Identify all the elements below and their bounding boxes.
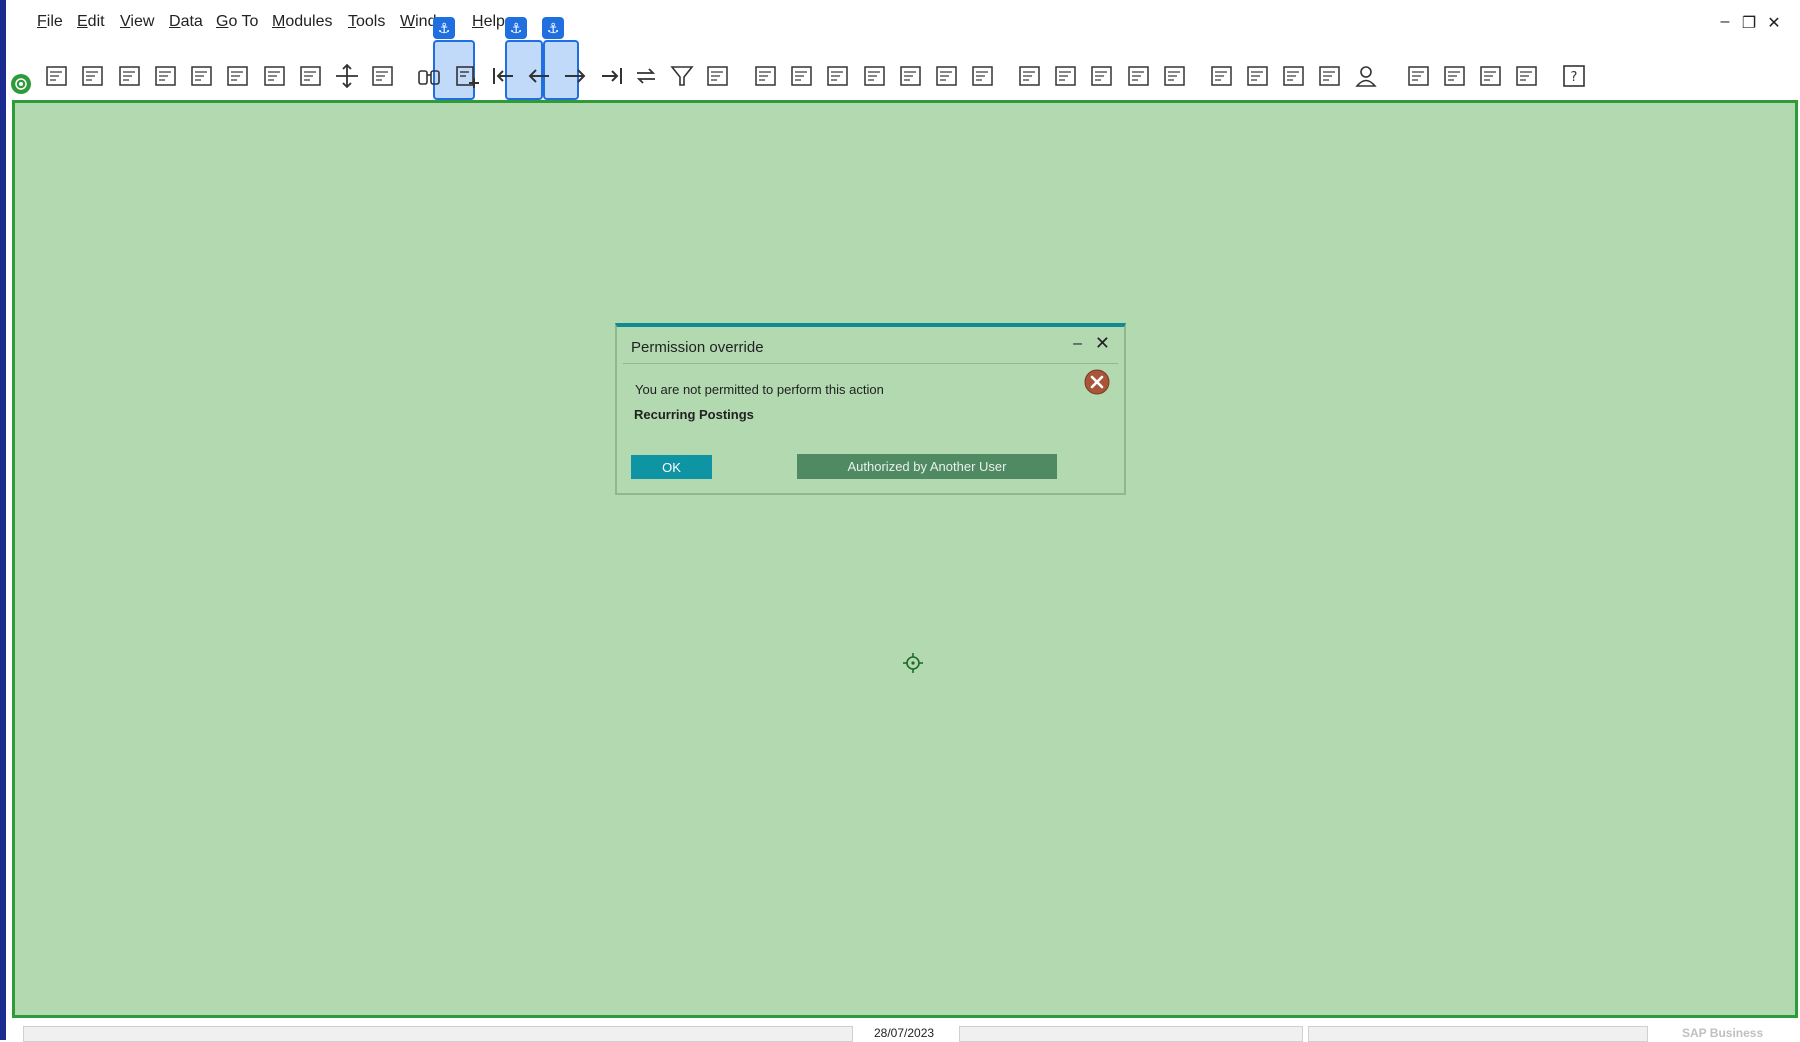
anchor-badge-add: ⚓ [433, 17, 455, 39]
window-close-button[interactable]: ✕ [1764, 13, 1784, 33]
gross-profit-icon[interactable] [824, 62, 852, 90]
base-document-icon[interactable] [752, 62, 780, 90]
app-window: File Edit View Data Go To Modules Tools … [0, 0, 1800, 1042]
dialog-close-button[interactable]: ✕ [1095, 333, 1110, 354]
menu-file[interactable]: File [37, 13, 63, 31]
balance-icon[interactable] [897, 62, 925, 90]
menu-data[interactable]: Data [169, 13, 203, 31]
payment-icon[interactable] [861, 62, 889, 90]
sms-icon[interactable] [152, 62, 180, 90]
print-icon[interactable] [79, 62, 107, 90]
toolbar: ⚓ ⚓ ⚓ ? [12, 17, 1800, 100]
calendar-icon[interactable] [1280, 62, 1308, 90]
chart-icon[interactable] [1477, 62, 1505, 90]
menu-bar: File Edit View Data Go To Modules Tools … [12, 0, 1800, 45]
authorized-by-another-user-button[interactable]: Authorized by Another User [797, 454, 1057, 479]
dialog-minimize-button[interactable]: – [1073, 335, 1082, 353]
svg-text:?: ? [1571, 70, 1578, 85]
help-icon[interactable]: ? [1560, 62, 1588, 90]
sort-icon[interactable] [704, 62, 732, 90]
report-icon[interactable] [1513, 62, 1541, 90]
sap-status-icon [11, 74, 31, 94]
menu-window[interactable]: Wind [400, 13, 436, 31]
ok-button[interactable]: OK [631, 455, 712, 479]
next-record-icon[interactable] [561, 62, 589, 90]
anchor-badge-next: ⚓ [542, 17, 564, 39]
move-icon[interactable] [333, 62, 361, 90]
org-icon[interactable] [1316, 62, 1344, 90]
previous-record-icon[interactable] [525, 62, 553, 90]
activity-icon[interactable] [1208, 62, 1236, 90]
widget-icon[interactable] [1441, 62, 1469, 90]
error-icon [1084, 369, 1110, 395]
message-icon[interactable] [1125, 62, 1153, 90]
excel-icon[interactable] [224, 62, 252, 90]
window-minimize-button[interactable]: – [1715, 13, 1735, 31]
dialog-title: Permission override [631, 339, 764, 356]
status-bar: 28/07/2023 SAP Business [12, 1018, 1800, 1042]
pdf-icon[interactable] [297, 62, 325, 90]
last-record-icon[interactable] [598, 62, 626, 90]
anchor-badge-previous: ⚓ [505, 17, 527, 39]
sap-brand-logo: SAP Business [1682, 1026, 1764, 1040]
status-date: 28/07/2023 [874, 1026, 935, 1040]
email-icon[interactable] [116, 62, 144, 90]
menu-view[interactable]: View [120, 13, 154, 31]
fax-icon[interactable] [188, 62, 216, 90]
dialog-divider [623, 363, 1118, 364]
edit-icon[interactable] [1016, 62, 1044, 90]
menu-tools[interactable]: Tools [348, 13, 385, 31]
target-document-icon[interactable] [788, 62, 816, 90]
settings-icon[interactable] [1052, 62, 1080, 90]
filter-icon[interactable] [668, 62, 696, 90]
word-icon[interactable] [261, 62, 289, 90]
dialog-message: You are not permitted to perform this ac… [635, 382, 884, 397]
user-icon[interactable] [1352, 62, 1380, 90]
alerts-icon[interactable] [1161, 62, 1189, 90]
crosshair-icon [903, 653, 923, 673]
form-settings-icon[interactable] [1088, 62, 1116, 90]
preview-icon[interactable] [43, 62, 71, 90]
dialog-subject: Recurring Postings [634, 407, 754, 422]
menu-modules[interactable]: Modules [272, 13, 332, 31]
menu-edit[interactable]: Edit [77, 13, 105, 31]
refresh-icon[interactable] [632, 62, 660, 90]
menu-goto[interactable]: Go To [216, 13, 258, 31]
window-restore-button[interactable]: ❐ [1739, 13, 1759, 33]
dashboard-icon[interactable] [1405, 62, 1433, 90]
menu-help[interactable]: Help [472, 13, 505, 31]
find-icon[interactable] [415, 62, 443, 90]
layout-icon[interactable] [369, 62, 397, 90]
trans-journal-icon[interactable] [969, 62, 997, 90]
first-record-icon[interactable] [489, 62, 517, 90]
permission-override-dialog: Permission override – ✕ You are not perm… [615, 323, 1126, 495]
journal-icon[interactable] [933, 62, 961, 90]
campaign-icon[interactable] [1244, 62, 1272, 90]
workspace [12, 100, 1798, 1018]
add-icon[interactable] [453, 62, 481, 90]
